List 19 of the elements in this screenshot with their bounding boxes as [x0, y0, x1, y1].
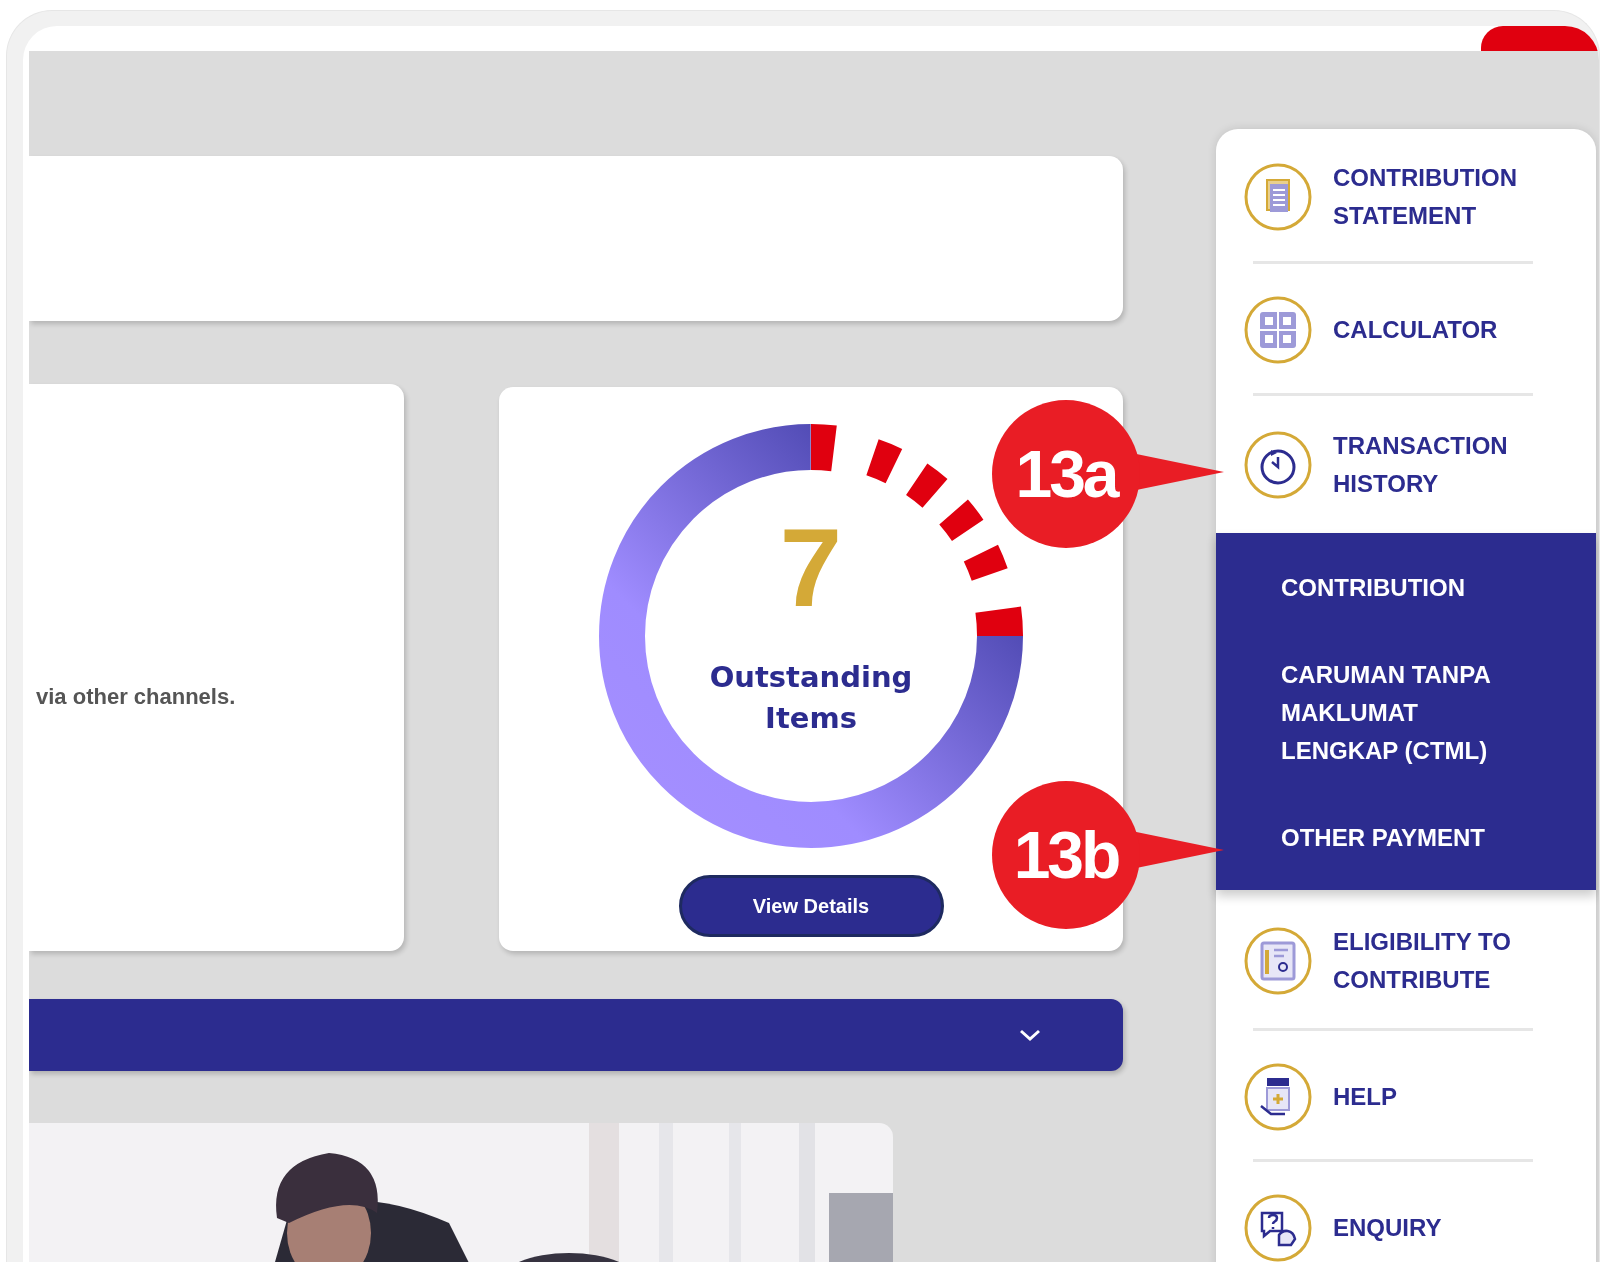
menu-item[interactable]: ELIGIBILITY TO CONTRIBUTE [1216, 890, 1596, 1031]
notice-text: via other channels. [36, 684, 237, 710]
calculator-icon [1243, 295, 1313, 365]
submenu-link[interactable]: CARUMAN TANPA MAKLUMAT LENGKAP (CTML) [1281, 656, 1541, 770]
menu-item[interactable]: HELP [1216, 1031, 1596, 1162]
menu-item[interactable]: ENQUIRY [1216, 1162, 1596, 1262]
view-details-button[interactable]: View Details [678, 875, 944, 937]
menu-item[interactable]: CALCULATOR [1216, 264, 1596, 396]
document-icon [1243, 161, 1313, 232]
menu-item[interactable]: CONTRIBUTION STATEMENT [1216, 129, 1596, 264]
submenu-link[interactable]: CONTRIBUTION [1281, 569, 1541, 607]
clock-icon [1243, 429, 1313, 500]
help-sign-icon [1243, 1061, 1313, 1132]
menu-item[interactable]: TRANSACTION HISTORY [1216, 396, 1596, 533]
count-value: 7 [779, 513, 843, 623]
accordion-bar[interactable] [29, 999, 1123, 1071]
submenu-link[interactable]: OTHER PAYMENT [1281, 819, 1541, 857]
checklist-icon [1243, 925, 1313, 996]
count-label: Outstanding Items [708, 659, 914, 737]
